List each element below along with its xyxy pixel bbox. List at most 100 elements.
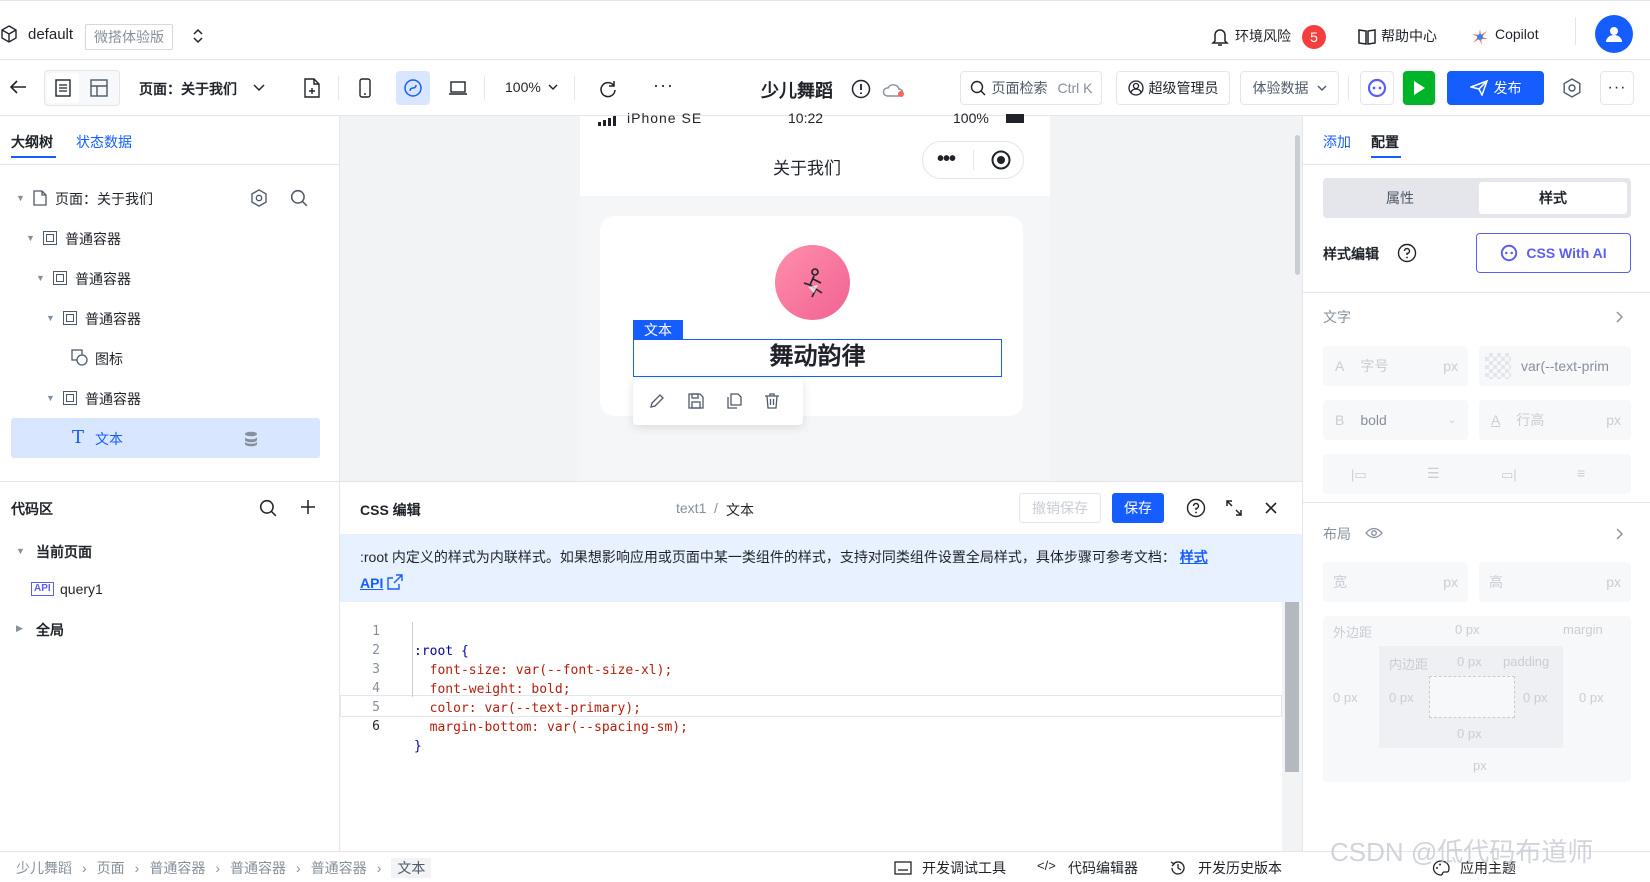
current-page-group[interactable]: 当前页面 [36,542,92,562]
publish-button[interactable]: 发布 [1447,71,1544,105]
selected-text-component[interactable]: 舞动韵律 [633,339,1002,377]
font-weight-select[interactable]: B bold ⌄ [1323,400,1468,440]
caret-down-icon[interactable]: ▼ [16,193,26,203]
dance-icon[interactable] [775,245,850,320]
align-justify-icon[interactable]: ≡ [1577,465,1585,481]
css-with-ai-button[interactable]: CSS With AI [1476,233,1631,273]
tab-outline-tree[interactable]: 大纲树 [11,132,53,152]
copy-icon[interactable] [726,393,742,409]
segment-style[interactable]: 样式 [1479,182,1627,214]
avatar[interactable] [1595,15,1633,53]
editor-scrollbar-thumb[interactable] [1285,602,1299,772]
dev-tools-button[interactable]: 开发调试工具 [922,858,1006,878]
save-disk-icon[interactable] [688,393,704,409]
caret-down-icon[interactable]: ▼ [26,233,36,243]
tree-item-container[interactable]: ▼ 普通容器 [0,380,340,416]
more-icon[interactable]: ··· [653,75,674,96]
breadcrumb-item[interactable]: 少儿舞蹈 [16,858,72,878]
tab-add[interactable]: 添加 [1323,132,1351,152]
external-link-icon[interactable] [387,574,403,590]
help-circle-icon[interactable] [1186,498,1206,518]
mobile-device-icon[interactable] [358,78,372,98]
edit-pencil-icon[interactable] [649,393,665,409]
align-left-icon[interactable]: |▭ [1351,467,1367,483]
query-item[interactable]: query1 [60,581,103,597]
line-height-field[interactable]: A 行高 px [1479,400,1631,440]
tree-item-container[interactable]: ▼ 普通容器 [0,260,340,296]
caret-down-icon[interactable]: ▼ [16,546,26,556]
code-editor[interactable]: 1 :root { 2 font-size: var(--font-size-x… [340,602,1282,852]
chevron-down-icon[interactable] [253,84,265,92]
breadcrumb-item-current[interactable]: 文本 [391,858,432,878]
chevron-right-icon[interactable] [1616,528,1624,540]
align-center-icon[interactable]: ☰ [1427,465,1440,482]
margin-left-value[interactable]: 0 px [1333,690,1358,705]
tree-item-icon[interactable]: 图标 [0,340,340,376]
segment-properties[interactable]: 属性 [1323,178,1477,218]
chevron-down-icon[interactable] [548,84,558,91]
margin-top-value[interactable]: 0 px [1455,622,1480,637]
tree-item-container[interactable]: ▼ 普通容器 [0,300,340,336]
font-size-field[interactable]: A 字号 px [1323,346,1468,386]
cloud-status-icon[interactable] [882,82,906,98]
color-swatch[interactable] [1485,353,1511,379]
back-arrow-icon[interactable] [8,78,28,96]
canvas-scrollbar[interactable] [1295,135,1300,275]
more-dots-icon[interactable]: ••• [937,148,956,171]
caret-down-icon[interactable]: ▼ [46,313,56,323]
book-icon[interactable] [1357,28,1377,46]
gear-icon[interactable] [250,189,268,207]
expand-icon[interactable] [1225,499,1243,517]
history-button[interactable]: 开发历史版本 [1198,858,1282,878]
copilot-button[interactable]: Copilot [1495,26,1539,42]
search-icon[interactable] [259,499,277,517]
padding-top-value[interactable]: 0 px [1457,654,1482,669]
global-group[interactable]: 全局 [36,620,64,640]
page-selector[interactable]: 页面：关于我们 [139,79,237,99]
layout-section-title[interactable]: 布局 [1323,524,1351,544]
height-field[interactable]: 高 px [1479,562,1631,602]
undo-save-button[interactable]: 撤销保存 [1019,493,1101,523]
zoom-level[interactable]: 100% [505,79,541,95]
eye-icon[interactable] [1365,527,1383,539]
tab-config[interactable]: 配置 [1371,132,1399,152]
code-editor-button[interactable]: 代码编辑器 [1068,858,1138,878]
editor-scrollbar-track[interactable] [1282,602,1302,852]
capsule-menu[interactable]: ••• [922,141,1024,179]
settings-button[interactable] [1555,71,1589,105]
add-icon[interactable] [300,499,316,515]
admin-role-button[interactable]: 超级管理员 [1116,71,1230,105]
padding-bottom-value[interactable]: 0 px [1457,726,1482,741]
desktop-device-icon[interactable] [448,80,468,96]
more-menu-button[interactable]: ··· [1600,71,1634,105]
delete-trash-icon[interactable] [764,393,780,409]
workspace-name[interactable]: default [28,26,73,43]
code-brackets-icon[interactable]: </> [1037,858,1056,873]
text-section-title[interactable]: 文字 [1323,307,1351,327]
tree-item-container[interactable]: ▼ 普通容器 [0,220,340,256]
add-page-icon[interactable] [303,78,321,98]
align-right-icon[interactable]: ▭| [1501,467,1517,483]
breadcrumb-item[interactable]: 页面 [97,858,125,878]
page-view-icon[interactable] [47,73,79,103]
database-icon[interactable] [244,431,258,447]
tree-item-page[interactable]: ▼ 页面：关于我们 [0,180,340,216]
close-target-icon[interactable] [991,150,1011,170]
miniprogram-device-icon[interactable] [396,71,430,105]
doc-link-api[interactable]: API [360,575,383,591]
preview-run-button[interactable] [1402,71,1436,105]
info-circle-icon[interactable] [851,79,871,99]
close-icon[interactable] [1264,501,1278,515]
caret-right-icon[interactable]: ▶ [16,623,26,633]
doc-link-style[interactable]: 样式 [1180,549,1208,565]
width-field[interactable]: 宽 px [1323,562,1468,602]
history-icon[interactable] [1170,860,1186,876]
save-button[interactable]: 保存 [1112,493,1164,523]
text-color-field[interactable]: var(--text-prim [1479,346,1631,386]
tab-state-data[interactable]: 状态数据 [76,132,132,152]
page-search-input[interactable]: 页面检索 Ctrl K [960,71,1102,105]
caret-down-icon[interactable]: ▼ [36,273,46,283]
padding-right-value[interactable]: 0 px [1523,690,1548,705]
switch-chevron-icon[interactable] [192,28,204,44]
debug-tools-icon[interactable] [894,861,912,875]
